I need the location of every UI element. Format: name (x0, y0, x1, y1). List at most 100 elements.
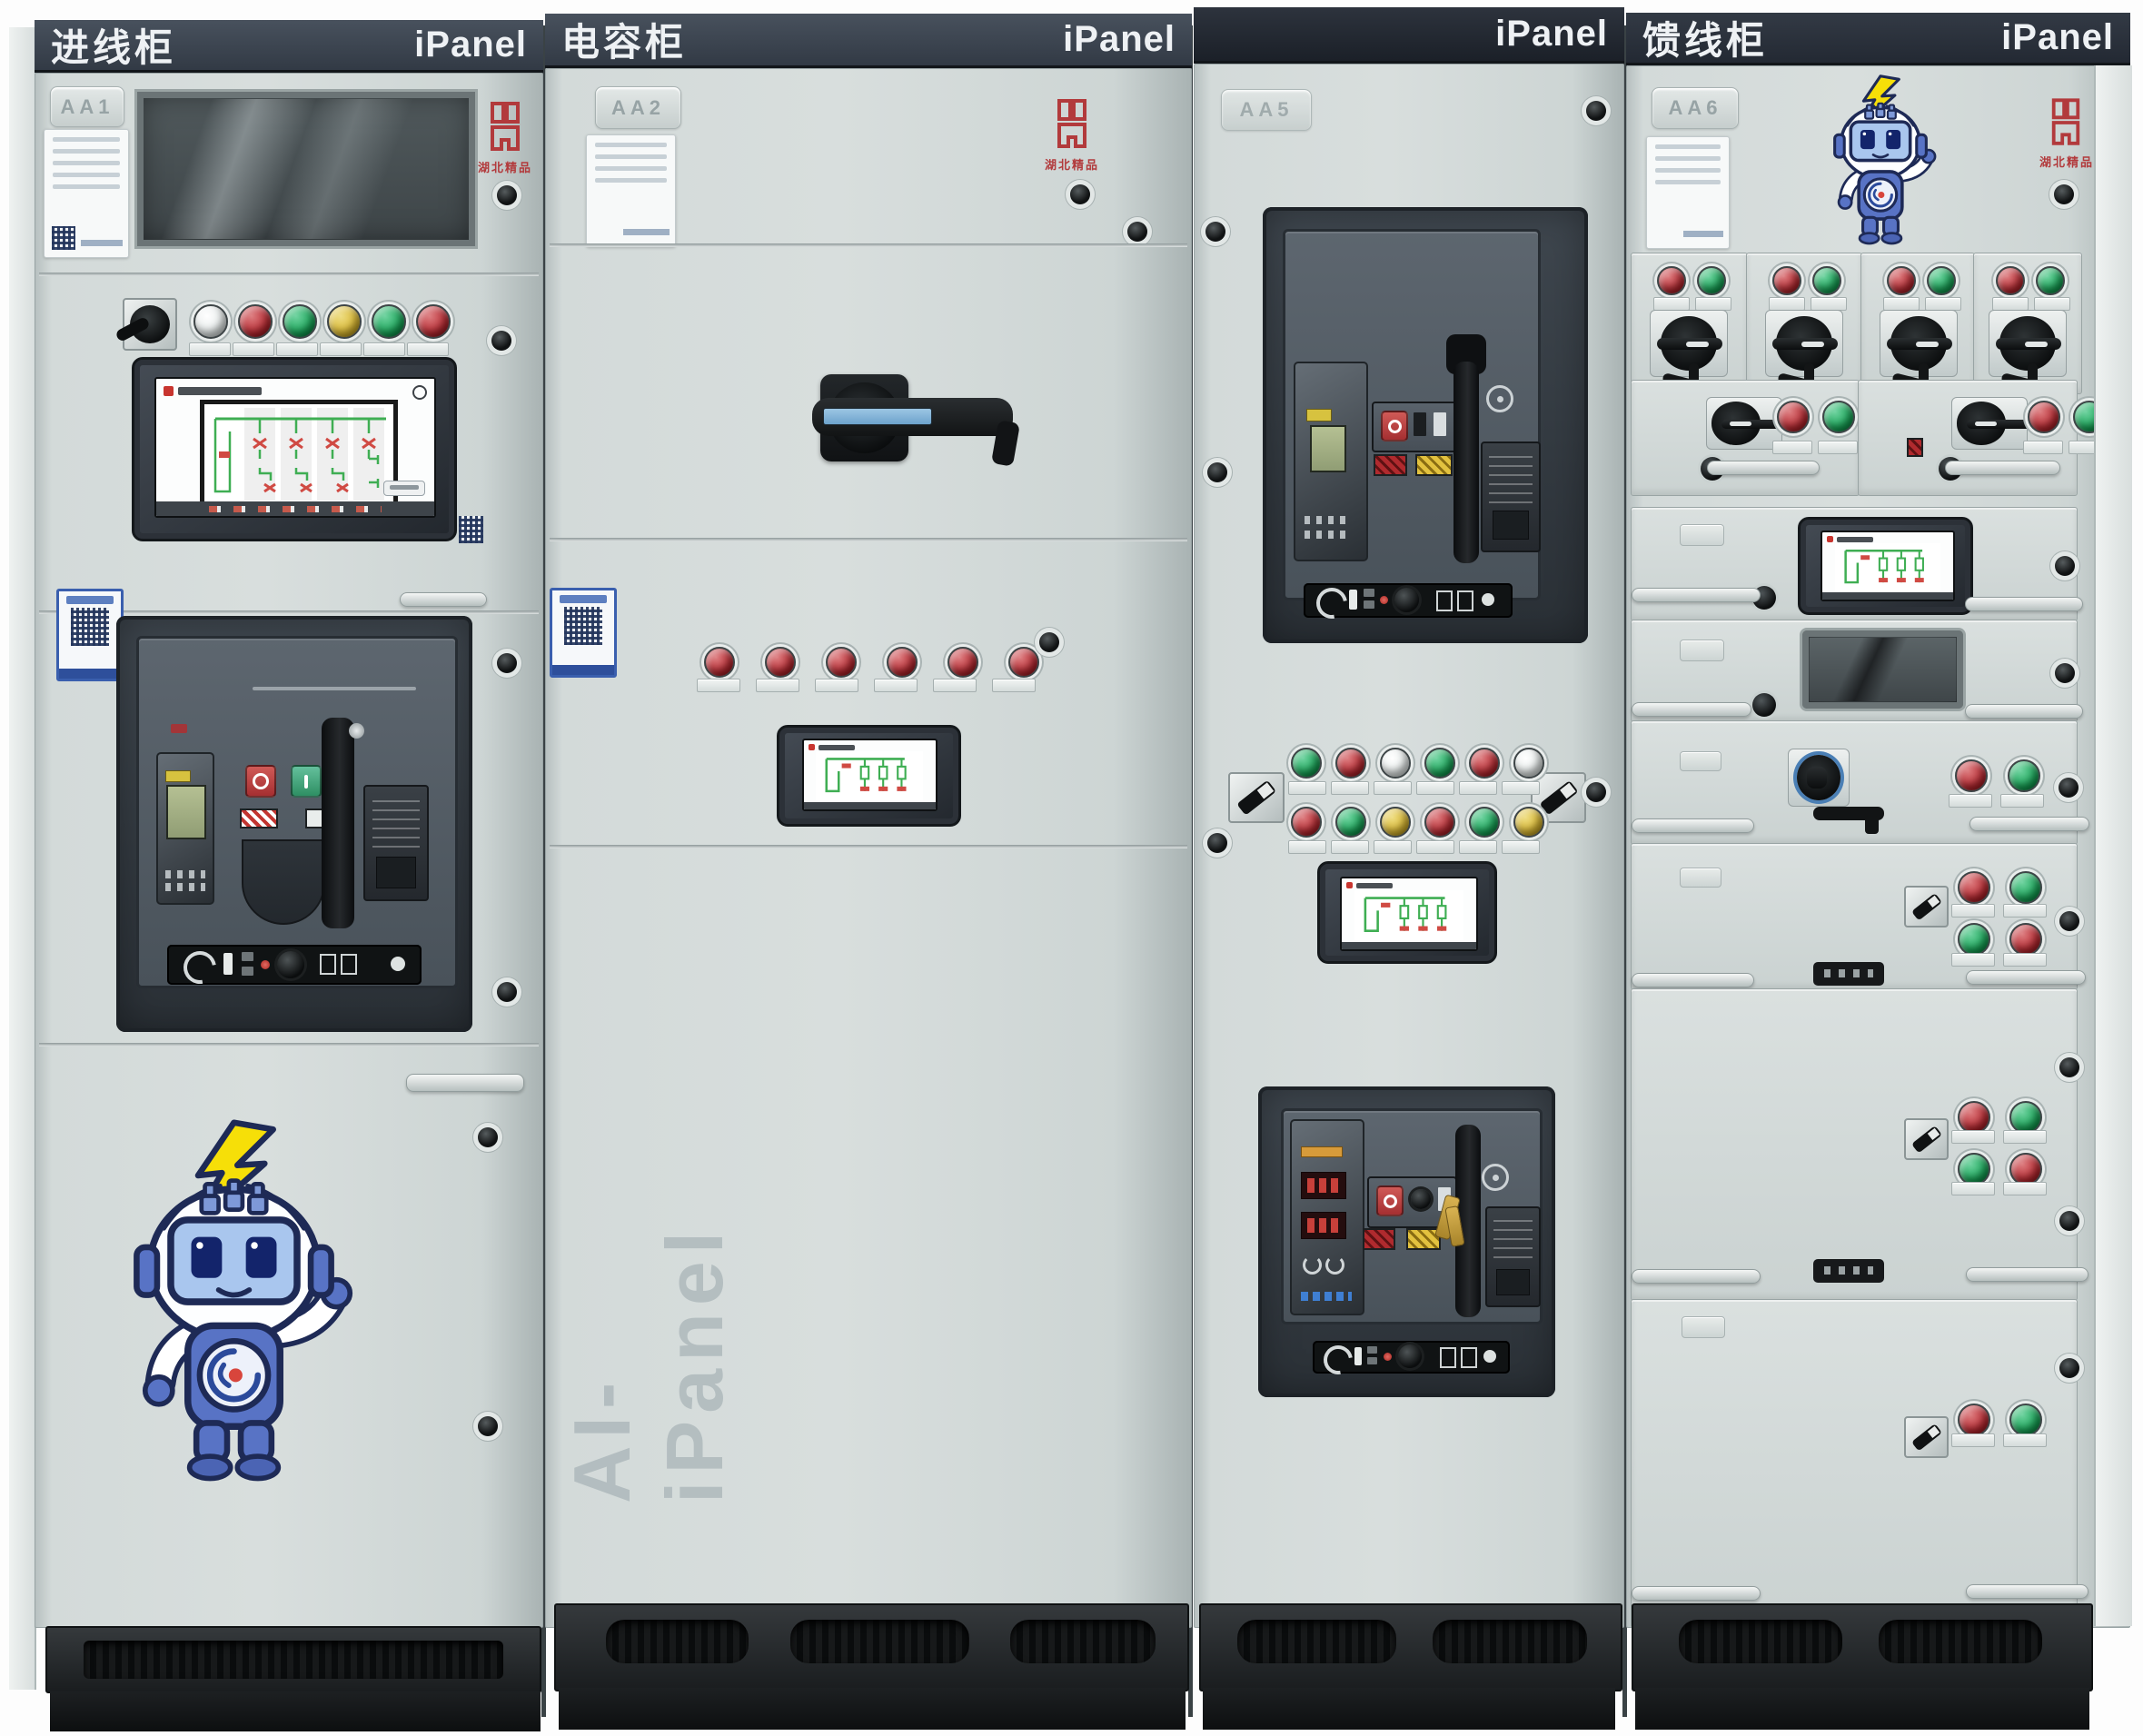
door-lock[interactable] (1039, 632, 1059, 652)
open-button[interactable] (1376, 1185, 1404, 1216)
close-button[interactable] (291, 765, 322, 798)
door-lock[interactable] (1205, 222, 1225, 242)
open-button[interactable] (1381, 411, 1408, 441)
hmi-touchscreen[interactable] (777, 725, 961, 827)
door-lock[interactable] (2059, 1057, 2079, 1077)
red-pushbutton[interactable] (238, 304, 273, 339)
screen-button[interactable] (383, 481, 425, 496)
drawer-handle[interactable] (1965, 597, 2083, 611)
drawer-handle[interactable] (1969, 817, 2089, 831)
yellow-pushbutton[interactable] (1513, 807, 1544, 838)
red-pushbutton[interactable] (1469, 748, 1500, 779)
breaker-rotary-handle[interactable] (1788, 749, 1850, 807)
relay-buttons[interactable] (1301, 1292, 1352, 1301)
drawer-handle[interactable] (1966, 1584, 2088, 1599)
red-indicator-lamp (1955, 759, 1988, 792)
green-pushbutton[interactable] (1469, 807, 1500, 838)
green-pushbutton[interactable] (372, 304, 406, 339)
selector-switch[interactable] (1904, 1416, 1949, 1458)
mini-button[interactable] (1434, 412, 1446, 436)
selector-switch[interactable] (1904, 1118, 1949, 1160)
racking-lever[interactable] (322, 718, 354, 928)
white-pushbutton[interactable] (1513, 748, 1544, 779)
cabinet-tag-plate: AA5 (1221, 89, 1312, 131)
white-pushbutton[interactable] (193, 304, 228, 339)
green-pushbutton[interactable] (283, 304, 317, 339)
door-lock[interactable] (2055, 556, 2075, 576)
racking-lever[interactable] (1453, 362, 1479, 563)
selector-switch[interactable] (1904, 886, 1949, 928)
mini-button[interactable] (1414, 412, 1426, 436)
door-lock[interactable] (2059, 1211, 2079, 1231)
cabinet-header: 进线柜 iPanel (35, 20, 543, 73)
air-circuit-breaker-top (1263, 207, 1588, 643)
door-lock[interactable] (2059, 1358, 2079, 1378)
red-pushbutton[interactable] (1335, 748, 1366, 779)
red-pushbutton[interactable] (416, 304, 451, 339)
yellow-pushbutton[interactable] (1380, 807, 1411, 838)
yellow-pushbutton[interactable] (327, 304, 362, 339)
selector-switch[interactable] (1228, 772, 1285, 823)
green-indicator-lamp (2009, 871, 2042, 904)
cabinet-title: 进线柜 (51, 17, 176, 73)
door-lock[interactable] (2059, 911, 2079, 931)
door-knob[interactable] (1752, 693, 1776, 717)
racking-socket[interactable] (1394, 588, 1419, 612)
green-pushbutton[interactable] (1335, 807, 1366, 838)
breaker-rotary-handle[interactable] (1951, 397, 2028, 450)
door-lock[interactable] (497, 982, 517, 1002)
mini-indicator (1907, 438, 1923, 457)
button-label-row (1288, 781, 1540, 795)
door-lock[interactable] (1070, 184, 1090, 204)
door-lock[interactable] (478, 1127, 498, 1147)
drawer-handle[interactable] (1632, 1586, 1761, 1601)
green-pushbutton[interactable] (1424, 748, 1455, 779)
hmi-touchscreen[interactable] (1317, 861, 1497, 964)
drawer-handle[interactable] (1632, 588, 1761, 602)
breaker-rotary-handle[interactable] (1706, 397, 1782, 450)
door-lock[interactable] (1586, 782, 1606, 802)
red-pushbutton[interactable] (1424, 807, 1455, 838)
door-lock[interactable] (491, 331, 511, 351)
drawer-handle[interactable] (1965, 704, 2083, 719)
cam-selector-switch[interactable] (123, 298, 177, 351)
feeder-module (1631, 843, 2078, 990)
door-lock[interactable] (497, 185, 517, 205)
drawer-handle[interactable] (1632, 1269, 1761, 1284)
door-lock[interactable] (1207, 833, 1227, 853)
open-button[interactable] (245, 765, 276, 798)
drawer-handle[interactable] (1966, 1267, 2088, 1282)
racking-socket[interactable] (277, 951, 304, 978)
rating-nameplate (1481, 441, 1541, 552)
mini-knob[interactable] (1411, 1189, 1431, 1209)
door-lock[interactable] (1207, 462, 1227, 482)
drawer-handle[interactable] (1945, 461, 2060, 475)
drawer-handle[interactable] (1632, 973, 1754, 987)
drawer-handle[interactable] (1632, 702, 1751, 717)
drawer-handle[interactable] (1632, 818, 1754, 833)
door-lock[interactable] (1586, 101, 1606, 121)
door-handle[interactable] (400, 592, 487, 607)
button-label-plate (1951, 1130, 1995, 1144)
hmi-touchscreen[interactable] (1798, 517, 1973, 615)
cabinet-plinth (559, 1688, 1186, 1730)
door-lock[interactable] (1127, 222, 1147, 242)
green-pushbutton[interactable] (1291, 748, 1322, 779)
drawer-handle[interactable] (1707, 461, 1820, 475)
racking-socket[interactable] (1398, 1344, 1422, 1368)
interlock-lever[interactable] (1813, 807, 1884, 820)
hmi-touchscreen[interactable] (132, 357, 457, 541)
label-line (1655, 144, 1721, 149)
door-lock[interactable] (478, 1416, 498, 1436)
white-pushbutton[interactable] (1380, 748, 1411, 779)
door-lock[interactable] (2054, 184, 2074, 204)
label-line (53, 161, 120, 165)
door-lock[interactable] (2059, 778, 2079, 798)
red-pushbutton[interactable] (1291, 807, 1322, 838)
screen-title-bar (178, 387, 262, 395)
drawer-handle[interactable] (1966, 970, 2086, 985)
door-lock[interactable] (497, 653, 517, 673)
door-handle[interactable] (406, 1074, 524, 1092)
door-lock[interactable] (2055, 663, 2075, 683)
main-switch-handle[interactable] (812, 398, 1013, 436)
